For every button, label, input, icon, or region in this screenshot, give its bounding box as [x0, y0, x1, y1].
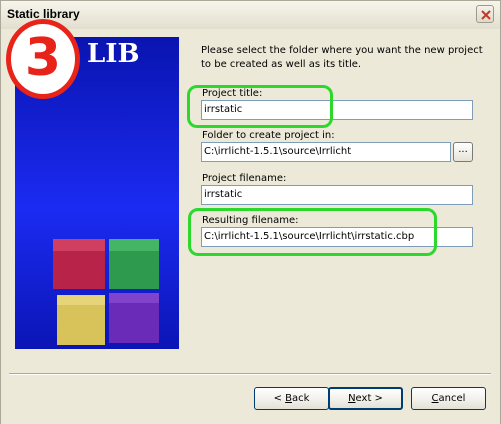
intro-text: Please select the folder where you want … — [201, 45, 483, 70]
wizard-window: Static library LIB 3 Please select the f… — [0, 0, 501, 424]
banner-logo: LIB — [87, 39, 140, 69]
project-filename-input[interactable]: irrstatic — [201, 185, 473, 205]
back-button-label: ack — [292, 393, 310, 404]
back-button-prefix: < — [273, 393, 286, 404]
button-separator — [9, 373, 491, 375]
project-title-input[interactable]: irrstatic — [201, 100, 473, 120]
codeblocks-cubes-icon — [53, 239, 159, 345]
cancel-button[interactable]: Cancel — [411, 387, 486, 410]
project-filename-label: Project filename: — [202, 173, 287, 184]
resulting-filename-label: Resulting filename: — [202, 215, 299, 226]
step-number-badge: 3 — [6, 19, 80, 99]
step-number: 3 — [24, 28, 62, 88]
back-button[interactable]: < Back — [254, 387, 329, 410]
resulting-filename-input[interactable]: C:\irrlicht-1.5.1\source\Irrlicht\irrsta… — [201, 227, 473, 247]
title-bar[interactable]: Static library — [1, 1, 500, 29]
folder-input[interactable]: C:\irrlicht-1.5.1\source\Irrlicht — [201, 142, 451, 162]
browse-folder-button[interactable]: ... — [453, 142, 473, 162]
next-button[interactable]: Next > — [328, 387, 403, 410]
close-icon — [481, 10, 491, 20]
cancel-button-label: ancel — [438, 393, 466, 404]
folder-label: Folder to create project in: — [202, 130, 335, 141]
cancel-button-mnemonic: C — [431, 393, 439, 404]
next-button-mnemonic: N — [348, 393, 356, 404]
back-button-mnemonic: B — [285, 393, 292, 404]
close-button[interactable] — [476, 5, 494, 23]
project-title-label: Project title: — [202, 88, 263, 99]
next-button-label: ext > — [355, 393, 383, 404]
